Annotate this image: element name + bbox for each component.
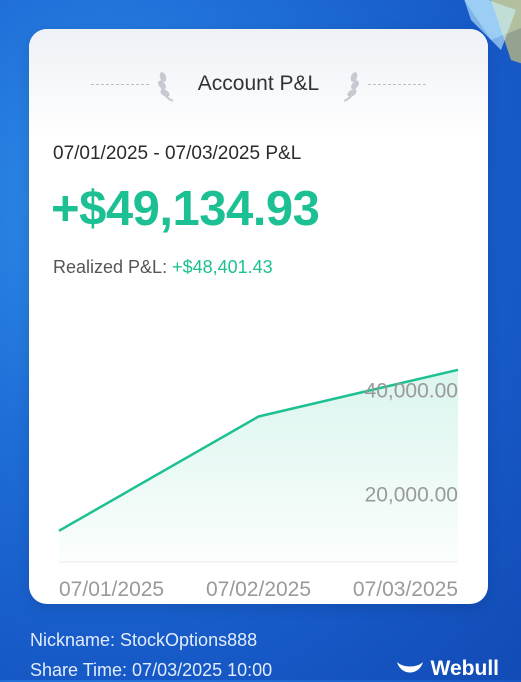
pnl-card: Account P&L 07/01/2025 - 07/03/2025 P&L … (29, 29, 488, 604)
webull-logo: Webull (395, 656, 499, 682)
laurel-right-icon (343, 72, 359, 102)
webull-logo-icon (396, 662, 423, 673)
x-tick-label: 07/02/2025 (206, 578, 311, 601)
brand-name: Webull (430, 657, 499, 680)
pnl-period: 07/01/2025 - 07/03/2025 P&L (53, 143, 302, 164)
realized-pnl: Realized P&L: +$48,401.43 (53, 257, 273, 278)
nickname-text: Nickname: StockOptions888 (30, 630, 258, 650)
pnl-chart: 40,000.00 20,000.00 07/01/2025 07/02/2025 0… (58, 368, 459, 601)
y-tick-label: 40,000.00 (365, 380, 458, 403)
y-tick-label: 20,000.00 (365, 483, 458, 506)
share-time-text: Share Time: 07/03/2025 10:00 (30, 660, 273, 680)
total-pnl-value: +$49,134.93 (51, 182, 320, 236)
title-divider-right (368, 84, 426, 85)
realized-pnl-label: Realized P&L: (53, 257, 173, 277)
x-tick-label: 07/01/2025 (59, 578, 164, 601)
x-tick-label: 07/03/2025 (353, 578, 458, 601)
card-title-row: Account P&L (29, 67, 488, 103)
realized-pnl-value: +$48,401.43 (172, 257, 273, 277)
